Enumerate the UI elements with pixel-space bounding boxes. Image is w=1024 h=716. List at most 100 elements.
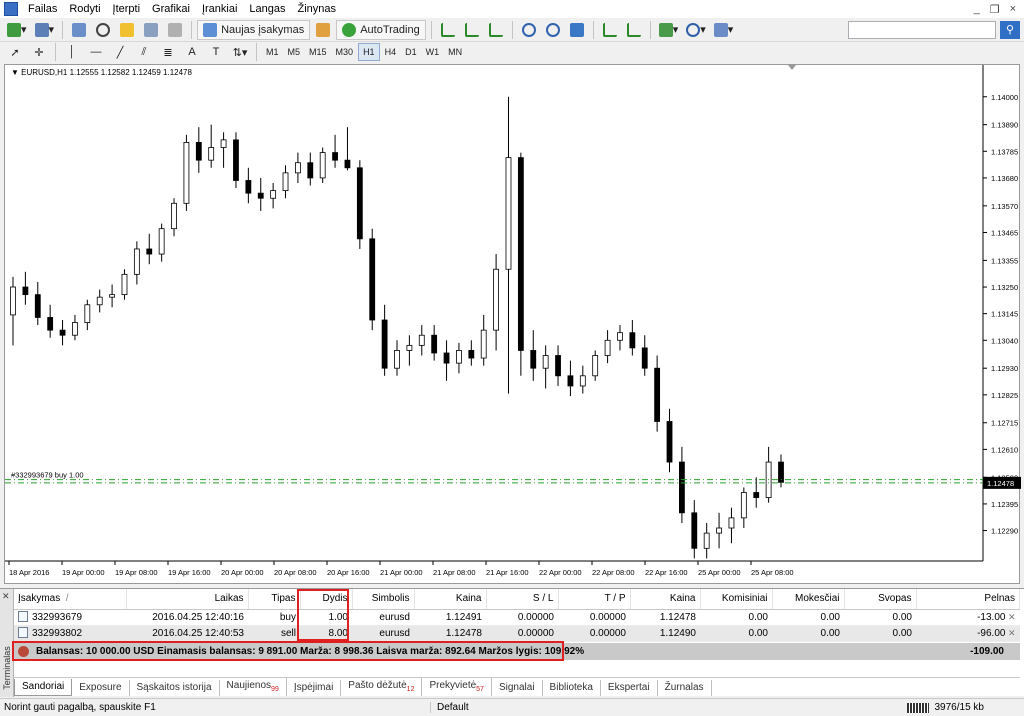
periods-button[interactable]: ▾ [683, 20, 709, 40]
indicators-button[interactable]: ▾ [656, 20, 682, 40]
timeframe-d1[interactable]: D1 [401, 43, 421, 61]
candle-body [679, 461, 685, 514]
chart-shift-button[interactable] [599, 20, 621, 40]
candlestick-chart[interactable]: 1.14000 1.13890 1.13785 1.13680 1.13570 1.134… [5, 65, 1021, 585]
chart-menu-icon[interactable]: ▼ [11, 68, 21, 77]
autotrading-button[interactable]: AutoTrading [336, 19, 426, 40]
order-cell: buy [248, 609, 300, 626]
profiles-button[interactable]: ▾ [32, 20, 58, 40]
vertical-line-button[interactable]: │ [61, 42, 83, 62]
menu-rodyti[interactable]: Rodyti [63, 0, 106, 18]
new-order-button[interactable]: Naujas įsakymas [197, 19, 311, 40]
timeframe-m1[interactable]: M1 [262, 43, 283, 61]
menu-failas[interactable]: Failas [22, 0, 63, 18]
col-commission[interactable]: Komisiniai [700, 589, 773, 610]
order-cell: eurusd [352, 609, 414, 626]
col-symbol[interactable]: Simbolis [352, 589, 415, 610]
col-swap[interactable]: Svopas [844, 589, 917, 610]
status-traffic-text: 3976/15 kb [934, 702, 985, 713]
tab-3[interactable]: Sąskaitos istorija [130, 680, 220, 696]
timeframe-w1[interactable]: W1 [422, 43, 444, 61]
close-order-icon[interactable]: ✕ [1005, 628, 1016, 638]
label-button[interactable]: T [205, 42, 227, 62]
crosshair-button[interactable]: ✛ [28, 42, 50, 62]
zoom-in-button[interactable] [518, 20, 540, 40]
timeframe-h4[interactable]: H4 [381, 43, 401, 61]
text-button[interactable]: A [181, 42, 203, 62]
timeframe-m5[interactable]: M5 [284, 43, 305, 61]
order-row[interactable]: 332993802 2016.04.25 12:40:53 sell 8.00 euru… [14, 625, 1020, 642]
candle-body [133, 248, 140, 275]
col-time[interactable]: Laikas [126, 589, 249, 610]
col-current-price[interactable]: Kaina [630, 589, 701, 610]
templates-button[interactable]: ▾ [711, 20, 737, 40]
col-taxes[interactable]: Mokesčiai [772, 589, 845, 610]
col-volume[interactable]: Dydis [300, 589, 353, 610]
tab-2[interactable]: Exposure [72, 680, 130, 696]
tile-windows-button[interactable] [566, 20, 588, 40]
data-window-button[interactable] [92, 20, 114, 40]
price-tick-label: 1.14000 [991, 93, 1018, 102]
order-cell: 0.00 [700, 625, 772, 642]
autoscroll-button[interactable] [623, 20, 645, 40]
tab-1[interactable]: Sandoriai [14, 679, 73, 696]
restore-button[interactable]: ❐ [990, 3, 1000, 16]
col-price[interactable]: Kaina [414, 589, 487, 610]
zoom-out-button[interactable] [542, 20, 564, 40]
candle-body [604, 339, 611, 356]
menu-langas[interactable]: Langas [243, 0, 291, 18]
timeframe-m15[interactable]: M15 [305, 43, 331, 61]
tab-10[interactable]: Ekspertai [601, 680, 658, 696]
navigator-button[interactable] [116, 20, 138, 40]
col-type[interactable]: Tipas [248, 589, 301, 610]
profiles-icon [34, 22, 49, 37]
candle-body [431, 334, 438, 354]
chart-window[interactable]: 1.14000 1.13890 1.13785 1.13680 1.13570 1.134… [4, 64, 1021, 585]
menu-irankiai[interactable]: Įrankiai [196, 0, 243, 18]
col-tp[interactable]: T / P [558, 589, 631, 610]
close-order-icon[interactable]: ✕ [1005, 612, 1016, 622]
text-icon: A [188, 46, 196, 58]
tab-6[interactable]: Pašto dėžutė12 [341, 678, 423, 696]
menu-iterpti[interactable]: Įterpti [107, 0, 147, 18]
candlestick-button[interactable] [461, 20, 483, 40]
col-profit[interactable]: Pelnas [916, 589, 1020, 610]
search-input[interactable] [848, 20, 996, 39]
timeframe-h1[interactable]: H1 [358, 43, 380, 61]
time-tick-label: 19 Apr 16:00 [168, 568, 211, 577]
tab-8[interactable]: Signalai [492, 680, 543, 696]
order-row[interactable]: 332993679 2016.04.25 12:40:16 buy 1.00 eurus… [14, 609, 1020, 626]
menu-grafikai[interactable]: Grafikai [146, 0, 196, 18]
menu-zinynas[interactable]: Žinynas [292, 0, 343, 18]
line-chart-button[interactable] [485, 20, 507, 40]
fibonacci-button[interactable]: ≣ [157, 42, 179, 62]
new-chart-button[interactable]: ▾ [4, 20, 30, 40]
terminal-button[interactable] [140, 20, 162, 40]
search-button[interactable]: ⚲ [1000, 20, 1020, 39]
close-button[interactable]: × [1010, 3, 1016, 16]
minimize-button[interactable]: _ [974, 3, 980, 16]
tester-button[interactable] [164, 20, 186, 40]
arrows-button[interactable]: ⇅▾ [229, 42, 251, 62]
timeframe-m30[interactable]: M30 [332, 43, 358, 61]
tab-11[interactable]: Žurnalas [658, 680, 712, 696]
col-order[interactable]: Įsakymas / [14, 589, 127, 610]
cursor-button[interactable]: ➚ [4, 42, 26, 62]
candle-body [629, 332, 636, 349]
market-watch-button[interactable] [68, 20, 90, 40]
candle-body [728, 517, 735, 529]
tab-5[interactable]: Įspėjimai [287, 680, 342, 696]
metaeditor-button[interactable] [312, 20, 334, 40]
col-sl[interactable]: S / L [486, 589, 559, 610]
tab-4[interactable]: Naujienos99 [220, 678, 287, 696]
terminal-close-icon[interactable]: ✕ [2, 591, 10, 602]
trendline-button[interactable]: ╱ [109, 42, 131, 62]
tab-7[interactable]: Prekyvietė57 [422, 678, 492, 696]
horizontal-line-button[interactable]: — [85, 42, 107, 62]
timeframe-mn[interactable]: MN [444, 43, 466, 61]
bar-chart-button[interactable] [437, 20, 459, 40]
candle-body [332, 152, 338, 161]
tab-9[interactable]: Biblioteka [543, 680, 601, 696]
channel-button[interactable]: ⫽ [133, 42, 155, 62]
tile-windows-icon [569, 22, 584, 37]
